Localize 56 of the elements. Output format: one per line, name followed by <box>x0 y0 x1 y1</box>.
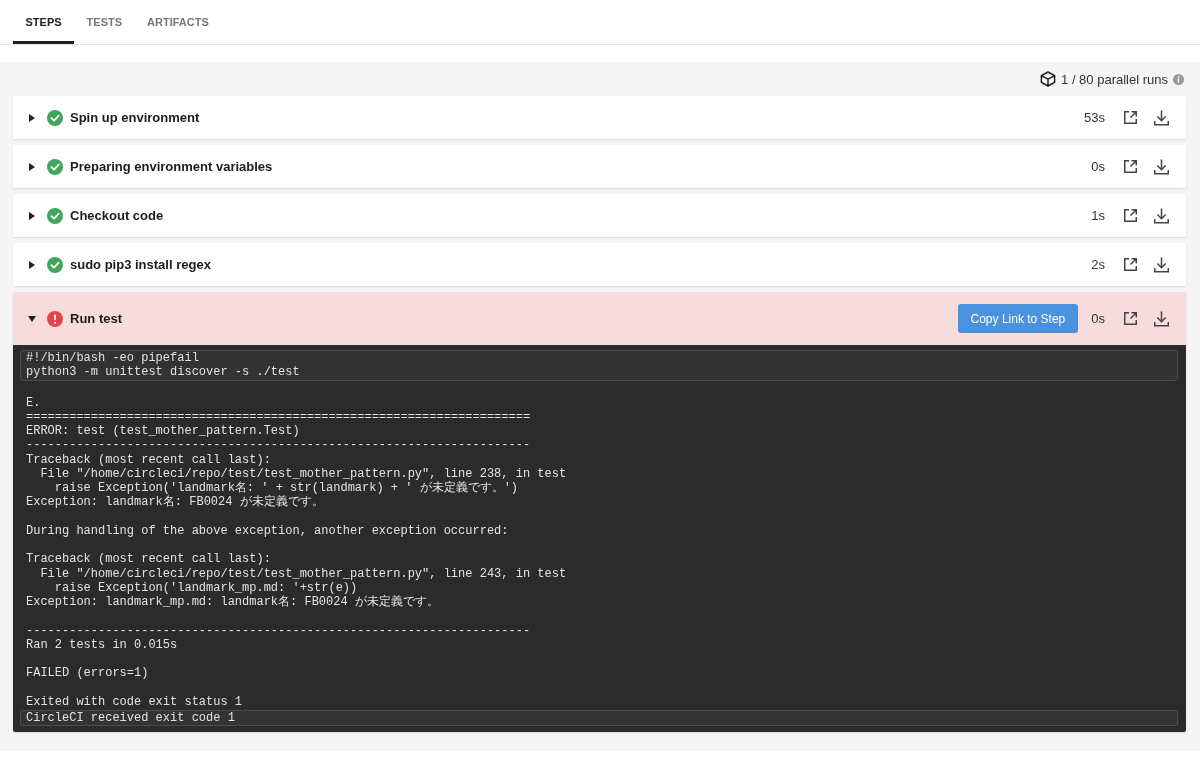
download-icon[interactable] <box>1154 256 1169 273</box>
log-line: Exception: landmark_mp.md: landmark名: FB0024 が未定義です。 <box>26 595 439 610</box>
log-line: raise Exception('landmark名: ' + str(landmark) + ' が未定義です。') <box>53 481 519 495</box>
step-header[interactable]: Spin up environment 53s <box>13 96 1186 139</box>
download-icon[interactable] <box>1154 158 1169 175</box>
step-duration: 2s <box>1091 256 1105 274</box>
external-link-icon[interactable] <box>1123 311 1138 326</box>
log-line: ERROR: test (test_mother_pattern.Test) <box>26 424 300 439</box>
tab[interactable]: TESTS <box>74 0 135 44</box>
step-duration: 0s <box>1091 310 1105 328</box>
tab[interactable]: ARTIFACTS <box>134 0 222 44</box>
tab[interactable]: STEPS <box>13 0 75 44</box>
step-title: Spin up environment <box>70 109 201 127</box>
step-title: sudo pip3 install regex <box>70 256 212 274</box>
info-icon[interactable] <box>1173 73 1184 85</box>
caret-right-icon[interactable] <box>29 260 35 269</box>
download-icon[interactable] <box>1154 207 1169 224</box>
step-header[interactable]: sudo pip3 install regex 2s <box>13 243 1186 286</box>
cube-icon <box>1040 71 1057 87</box>
log-line: ---------------------------------------------------------------------- <box>26 623 531 638</box>
log-line: ---------------------------------------------------------------------- <box>26 438 531 453</box>
command-line: python3 -m unittest discover -s ./test <box>26 365 300 380</box>
step-header[interactable]: Run test Copy Link to Step 0s <box>13 292 1186 345</box>
caret-right-icon[interactable] <box>29 113 35 122</box>
external-link-icon[interactable] <box>1123 159 1138 174</box>
log-line: File "/home/circleci/repo/test/test_mother_pattern.py", line 238, in test <box>39 466 567 481</box>
step-title: Checkout code <box>70 207 165 225</box>
step-header[interactable]: Preparing environment variables 0s <box>13 145 1186 188</box>
step-title: Preparing environment variables <box>70 158 274 176</box>
download-icon[interactable] <box>1154 310 1169 327</box>
exit-message: CircleCI received exit code 1 <box>20 710 1178 727</box>
step-duration: 53s <box>1084 109 1105 127</box>
caret-right-icon[interactable] <box>29 162 35 171</box>
step-header[interactable]: Checkout code 1s <box>13 194 1186 237</box>
step-duration: 0s <box>1091 158 1105 176</box>
log-line: Exited with code exit status 1 <box>26 694 243 709</box>
log-line: Ran 2 tests in 0.015s <box>26 637 178 652</box>
command-line: #!/bin/bash -eo pipefail <box>26 351 199 366</box>
log-line: E. <box>26 395 41 410</box>
step-title: Run test <box>70 310 123 328</box>
external-link-icon[interactable] <box>1123 110 1138 125</box>
log-line: FAILED (errors=1) <box>26 666 149 681</box>
log-line: Exception: landmark名: FB0024 が未定義です。 <box>26 495 324 510</box>
step-duration: 1s <box>1091 207 1105 225</box>
log-line: File "/home/circleci/repo/test/test_mother_pattern.py", line 243, in test <box>39 566 567 581</box>
download-icon[interactable] <box>1154 109 1169 126</box>
parallel-runs-label: 1 / 80 parallel runs <box>1061 71 1168 87</box>
log-line: ====================================================================== <box>26 409 531 424</box>
caret-down-icon[interactable] <box>28 315 36 322</box>
log-line: raise Exception('landmark_mp.md: '+str(e)) <box>53 580 358 595</box>
log-line: During handling of the above exception, another exception occurred: <box>26 523 509 538</box>
external-link-icon[interactable] <box>1123 208 1138 223</box>
log-line: Traceback (most recent call last): <box>26 552 271 567</box>
external-link-icon[interactable] <box>1123 257 1138 272</box>
log-line: Traceback (most recent call last): <box>26 452 271 467</box>
caret-right-icon[interactable] <box>29 211 35 220</box>
